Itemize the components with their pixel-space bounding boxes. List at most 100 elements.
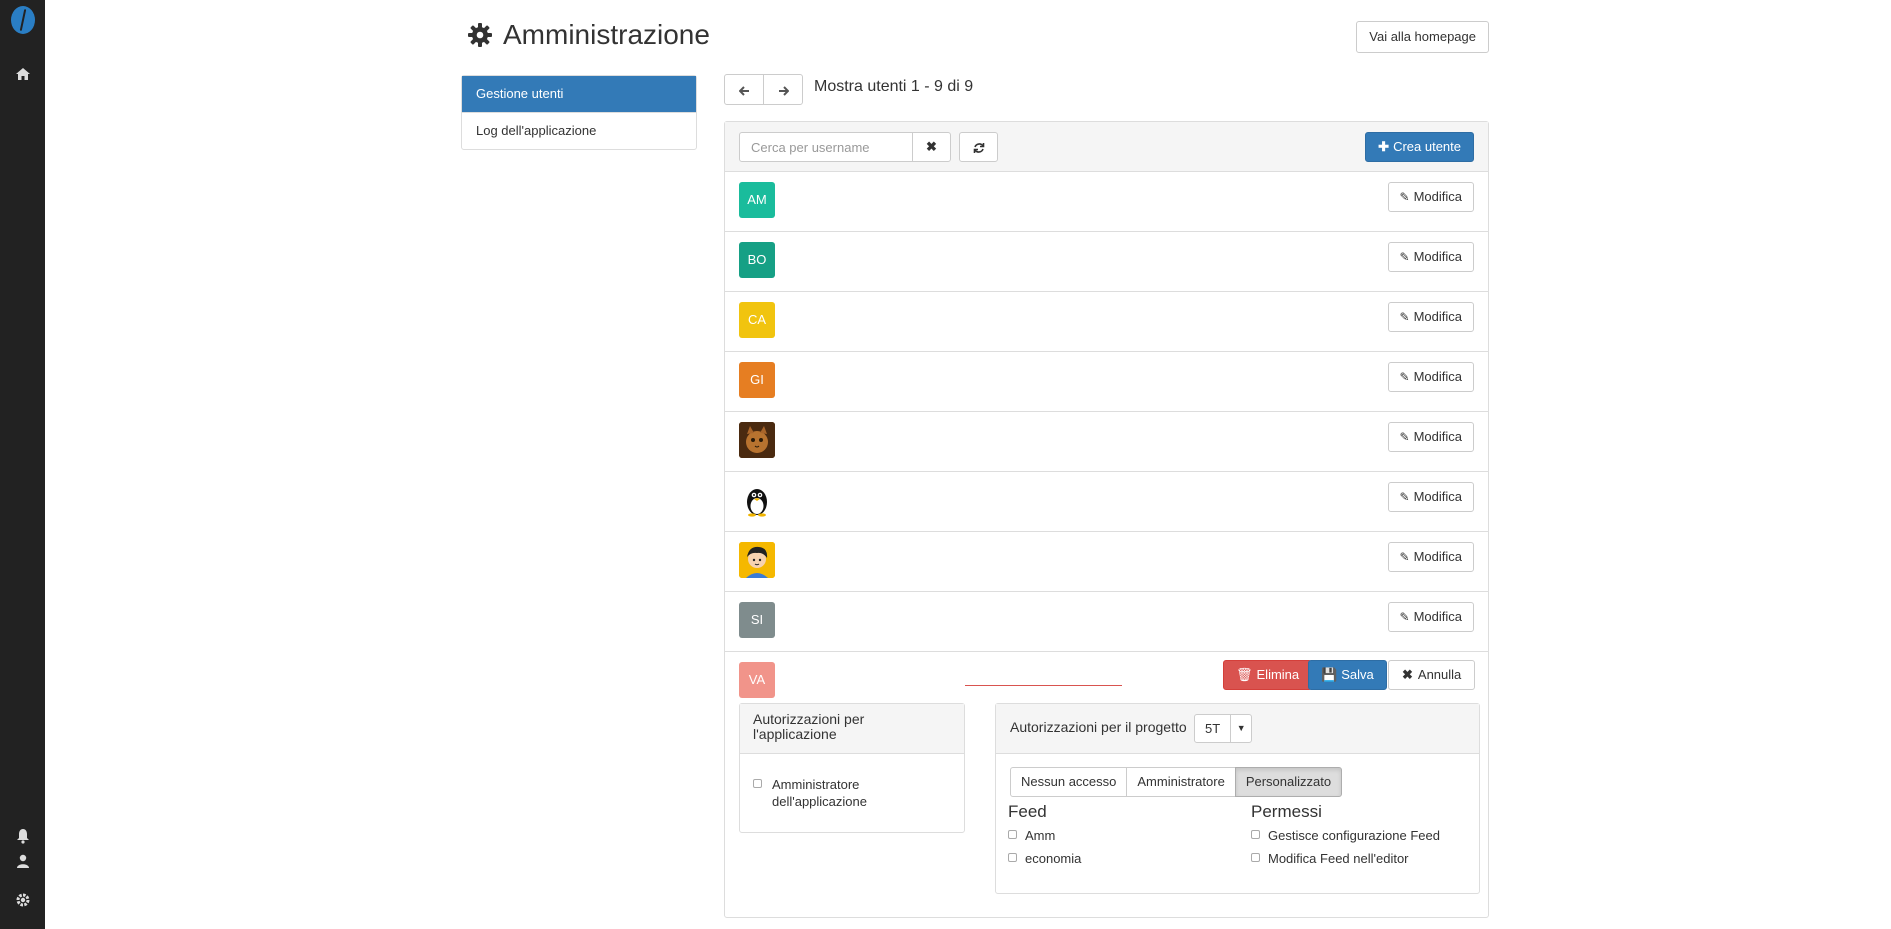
user-row: BO ✎ Modifica xyxy=(725,232,1488,292)
feed-option[interactable]: Amm xyxy=(1008,827,1081,844)
edit-icon: ✎ xyxy=(1399,370,1410,384)
arrow-left-icon xyxy=(738,85,749,96)
gear-icon xyxy=(467,22,493,48)
edit-label: Modifica xyxy=(1413,609,1462,624)
user-row: ✎ Modifica xyxy=(725,532,1488,592)
project-permissions-title: Autorizzazioni per il progetto xyxy=(1010,719,1187,735)
close-icon: ✖ xyxy=(926,139,937,154)
permissions-heading: Permessi xyxy=(1251,802,1322,821)
next-page-button[interactable] xyxy=(763,74,803,105)
user-row: AM ✎ Modifica xyxy=(725,172,1488,232)
username-field-underline[interactable] xyxy=(965,685,1122,686)
app-permissions-box: Autorizzazioni per l'applicazione Ammini… xyxy=(739,703,965,833)
avatar: CA xyxy=(739,302,775,338)
settings-gear-icon[interactable] xyxy=(13,892,33,912)
user-count-text: Mostra utenti 1 - 9 di 9 xyxy=(814,78,974,95)
permission-option[interactable]: Modifica Feed nell'editor xyxy=(1251,850,1440,867)
edit-label: Modifica xyxy=(1413,309,1462,324)
refresh-icon xyxy=(973,143,984,154)
user-row: ✎ Modifica xyxy=(725,412,1488,472)
edit-user-button[interactable]: ✎ Modifica xyxy=(1387,242,1474,272)
homepage-button[interactable]: Vai alla homepage xyxy=(1356,21,1489,53)
user-icon[interactable] xyxy=(13,853,33,873)
edit-icon: ✎ xyxy=(1399,610,1410,624)
feed-option[interactable]: economia xyxy=(1008,850,1081,867)
users-panel: ✖ ✚Crea utente AM ✎Modifica BO ✎Modifica… xyxy=(724,121,1489,918)
mode-nessun-accesso[interactable]: Nessun accesso xyxy=(1010,767,1128,797)
prev-page-button[interactable] xyxy=(724,74,764,105)
avatar-penguin xyxy=(739,482,775,518)
edit-user-button[interactable]: ✎ Modifica xyxy=(1387,182,1474,212)
sidebar-item-log[interactable]: Log dell'applicazione xyxy=(462,112,696,149)
sidebar-item-gestione-utenti[interactable]: Gestione utenti xyxy=(462,76,696,112)
delete-button[interactable]: 🗑 Elimina xyxy=(1223,660,1313,690)
users-toolbar: ✖ ✚Crea utente xyxy=(725,122,1488,172)
edit-user-button[interactable]: ✎ Modifica xyxy=(1387,602,1474,632)
plus-icon: ✚ xyxy=(1378,139,1390,154)
permission-label: Modifica Feed nell'editor xyxy=(1268,851,1409,866)
avatar-cartoon-boy xyxy=(739,542,775,578)
create-user-label: Crea utente xyxy=(1393,139,1461,154)
delete-label: Elimina xyxy=(1256,667,1300,682)
permission-option[interactable]: Gestisce configurazione Feed xyxy=(1251,827,1440,844)
avatar: SI xyxy=(739,602,775,638)
project-permissions-box: Autorizzazioni per il progetto 5T ▼ Nessu… xyxy=(995,703,1480,894)
editing-user-row: VA 🗑 Elimina 💾 Salva ✖ Annulla Autorizzazio… xyxy=(725,652,1488,918)
access-mode-group: Nessun accesso Amministratore Personaliz… xyxy=(1010,767,1343,797)
edit-user-button[interactable]: ✎ Modifica xyxy=(1387,542,1474,572)
edit-icon: ✎ xyxy=(1399,430,1410,444)
floppy-icon: 💾 xyxy=(1321,667,1338,682)
user-row: GI ✎ Modifica xyxy=(725,352,1488,412)
cancel-button[interactable]: ✖ Annulla xyxy=(1388,660,1476,690)
create-user-button[interactable]: ✚ Crea utente xyxy=(1365,132,1474,162)
app-admin-label: Amministratore dell'applicazione xyxy=(772,777,867,809)
edit-icon: ✎ xyxy=(1399,190,1410,204)
permission-checkbox[interactable] xyxy=(1251,830,1260,839)
refresh-button[interactable] xyxy=(959,132,998,162)
edit-label: Modifica xyxy=(1413,249,1462,264)
bell-icon[interactable] xyxy=(13,828,33,848)
cancel-label: Annulla xyxy=(1417,667,1462,682)
edit-user-button[interactable]: ✎ Modifica xyxy=(1387,362,1474,392)
close-icon: ✖ xyxy=(1402,667,1413,682)
avatar: GI xyxy=(739,362,775,398)
save-button[interactable]: 💾 Salva xyxy=(1308,660,1387,690)
project-select-value: 5T xyxy=(1195,715,1232,742)
feed-checkbox[interactable] xyxy=(1008,830,1017,839)
arrow-right-icon xyxy=(778,85,789,96)
trash-icon: 🗑 xyxy=(1236,667,1253,682)
edit-icon: ✎ xyxy=(1399,310,1410,324)
avatar: BO xyxy=(739,242,775,278)
permission-label: Gestisce configurazione Feed xyxy=(1268,828,1440,843)
edit-icon: ✎ xyxy=(1399,490,1410,504)
save-label: Salva xyxy=(1341,667,1374,682)
user-row: SI ✎ Modifica xyxy=(725,592,1488,652)
search-input[interactable] xyxy=(739,132,913,162)
permissions-column: Permessi Gestisce configurazione Feed Mo… xyxy=(1251,802,1440,873)
feed-checkbox[interactable] xyxy=(1008,853,1017,862)
mode-amministratore[interactable]: Amministratore xyxy=(1126,767,1236,797)
caret-down-icon[interactable]: ▼ xyxy=(1231,715,1251,742)
edit-label: Modifica xyxy=(1413,189,1462,204)
app-admin-checkbox[interactable] xyxy=(753,779,762,788)
edit-label: Modifica xyxy=(1413,369,1462,384)
avatar: AM xyxy=(739,182,775,218)
app-logo[interactable] xyxy=(11,6,35,34)
home-icon[interactable] xyxy=(13,66,33,86)
app-admin-option[interactable]: Amministratore dell'applicazione xyxy=(753,776,912,810)
feed-label: Amm xyxy=(1025,828,1056,843)
project-select[interactable]: 5T ▼ xyxy=(1194,714,1253,743)
clear-search-button[interactable]: ✖ xyxy=(912,132,951,162)
edit-icon: ✎ xyxy=(1399,250,1410,264)
edit-user-button[interactable]: ✎ Modifica xyxy=(1387,422,1474,452)
avatar: VA xyxy=(739,662,775,698)
mode-personalizzato[interactable]: Personalizzato xyxy=(1234,767,1343,797)
permission-checkbox[interactable] xyxy=(1251,853,1260,862)
edit-user-button[interactable]: ✎ Modifica xyxy=(1387,302,1474,332)
feed-column: Feed Amm economia xyxy=(1008,802,1081,873)
feed-heading: Feed xyxy=(1008,802,1047,821)
project-permissions-header: Autorizzazioni per il progetto 5T ▼ xyxy=(996,704,1479,754)
app-permissions-title: Autorizzazioni per l'applicazione xyxy=(740,704,964,754)
edit-icon: ✎ xyxy=(1399,550,1410,564)
edit-user-button[interactable]: ✎ Modifica xyxy=(1387,482,1474,512)
